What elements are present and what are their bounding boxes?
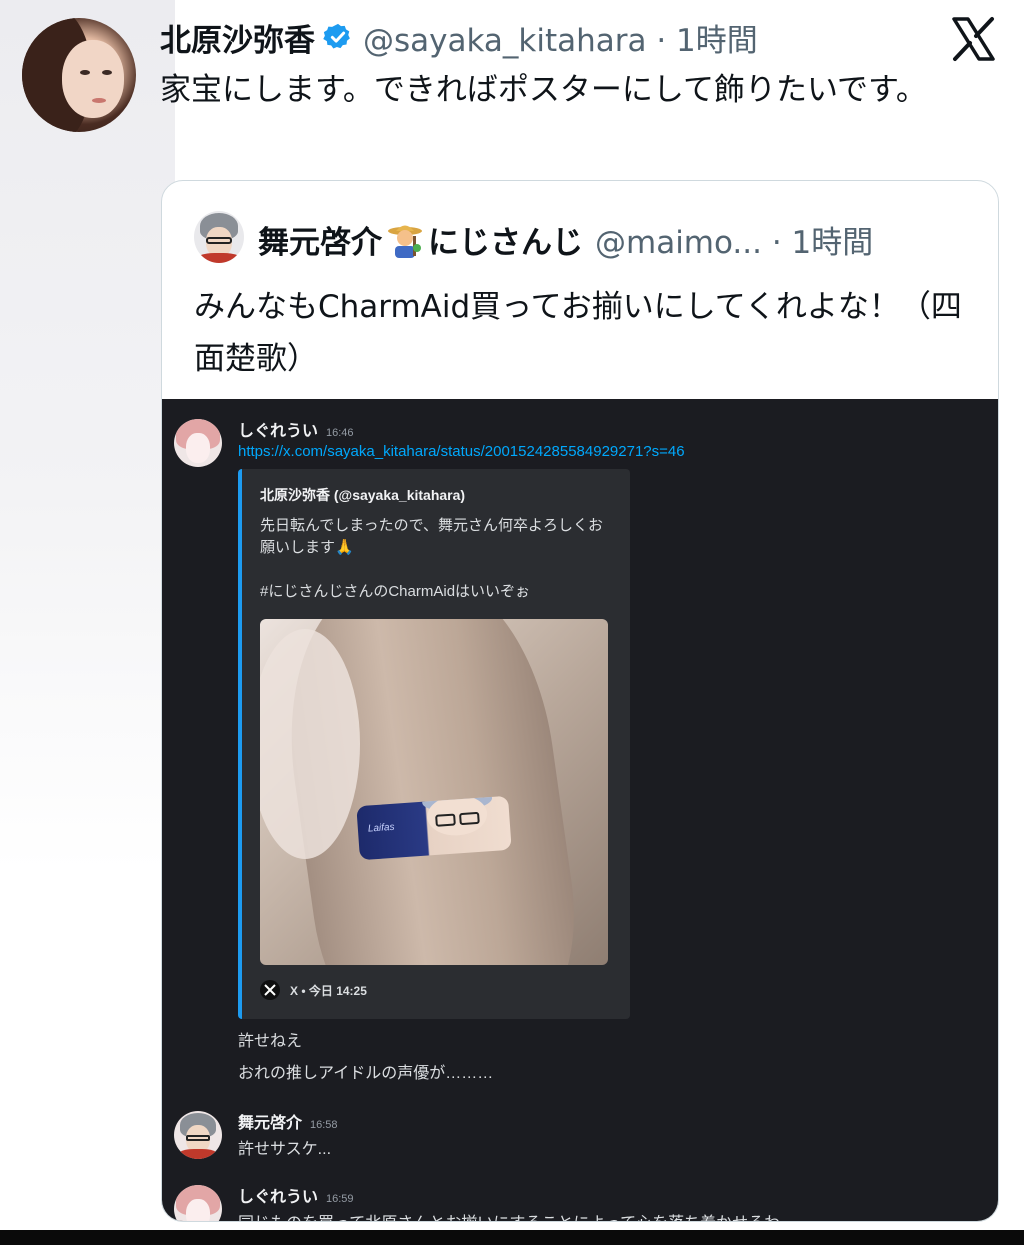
discord-timestamp: 16:59: [326, 1193, 354, 1205]
discord-avatar-shigure: [174, 1185, 222, 1221]
quoted-post-header: 舞元啓介 にじさんじ @maimo... · 1時間: [258, 217, 873, 262]
discord-avatar-maimoto: [174, 1111, 222, 1159]
quoted-author-name[interactable]: 舞元啓介: [258, 217, 382, 262]
author-display-name[interactable]: 北原沙弥香: [160, 15, 315, 60]
x-logo-icon[interactable]: [948, 14, 998, 64]
discord-message-line: 許せねえ: [238, 1033, 303, 1050]
embed-description: 先日転んでしまったので、舞元さん何卒よろしくお願いします🙏 #にじさんじさんのC…: [260, 517, 604, 600]
discord-message-header: しぐれうい 16:46: [238, 417, 354, 441]
farmer-emoji-icon: [388, 225, 422, 258]
discord-embed: 北原沙弥香 (@sayaka_kitahara) 先日転んでしまったので、舞元さ…: [238, 469, 630, 1019]
discord-timestamp: 16:58: [310, 1119, 338, 1131]
background-shade: [0, 0, 175, 1245]
discord-username: しぐれうい: [238, 423, 319, 440]
author-avatar[interactable]: [22, 18, 136, 132]
discord-message-line: 許せサスケ...: [238, 1141, 332, 1158]
discord-message-header: 舞元啓介 16:58: [238, 1109, 338, 1133]
embed-author: 北原沙弥香 (@sayaka_kitahara): [260, 487, 466, 503]
discord-username: 舞元啓介: [238, 1115, 303, 1132]
discord-message-line: 同じものを買って北原さんとお揃いにすることによって心を落ち着かせるわ: [238, 1209, 780, 1221]
post-text: 家宝にします。できればポスターにして飾りたいです。: [160, 72, 927, 108]
embed-photo-bandaid: Laifas: [260, 619, 608, 965]
discord-timestamp: 16:46: [326, 427, 354, 439]
author-handle-time[interactable]: @sayaka_kitahara · 1時間: [363, 15, 758, 60]
charmaid-bandaid: Laifas: [356, 795, 512, 861]
discord-username: しぐれうい: [238, 1189, 319, 1206]
bottom-edge-bar: [0, 1230, 1024, 1245]
quoted-author-handle-time[interactable]: @maimo... · 1時間: [595, 217, 873, 262]
quoted-author-avatar[interactable]: [194, 211, 244, 263]
embed-footer-text: X • 今日 14:25: [290, 983, 367, 998]
attached-discord-screenshot[interactable]: しぐれうい 16:46 https://x.com/sayaka_kitahara…: [162, 399, 998, 1221]
discord-message-header: しぐれうい 16:59: [238, 1183, 354, 1207]
quoted-author-affiliation[interactable]: にじさんじ: [428, 217, 583, 262]
discord-link: https://x.com/sayaka_kitahara/status/200…: [238, 443, 685, 460]
x-small-icon: [260, 980, 280, 1000]
post-header: 北原沙弥香 @sayaka_kitahara · 1時間: [160, 14, 758, 60]
verified-badge-icon: [323, 23, 350, 49]
quoted-post-text: みんなもCharmAid買ってお揃いにしてくれよな！（四面楚歌）: [194, 289, 962, 377]
discord-avatar-shigure: [174, 419, 222, 467]
discord-message-line: おれの推しアイドルの声優が………: [238, 1065, 494, 1082]
embed-footer: X • 今日 14:25: [260, 979, 367, 1001]
quoted-post-card[interactable]: 舞元啓介 にじさんじ @maimo... · 1時間 みんなもCharmAid買…: [161, 180, 999, 1222]
